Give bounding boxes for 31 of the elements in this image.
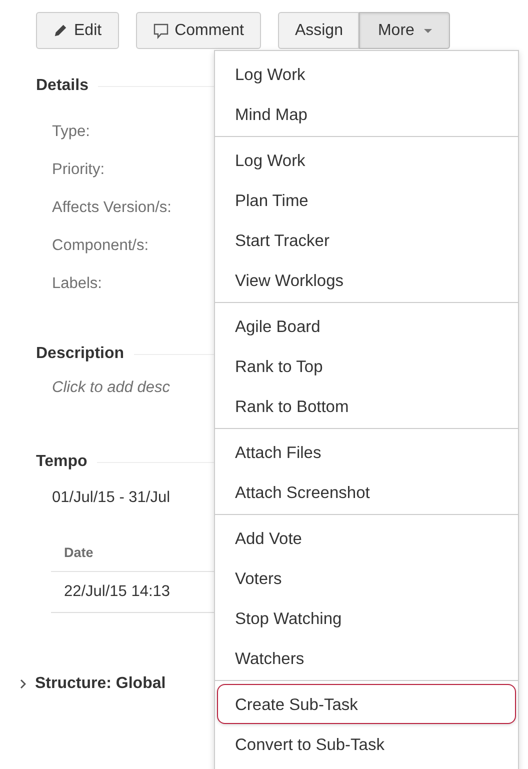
menu-item[interactable]: Mind Map [217, 94, 516, 134]
assign-button[interactable]: Assign [278, 12, 359, 49]
field-label: Priority: [52, 160, 105, 180]
edit-button[interactable]: Edit [36, 12, 119, 49]
menu-item[interactable]: Convert to Sub-Task [217, 724, 516, 764]
field-label: Labels: [52, 274, 102, 294]
field-label: Component/s: [52, 236, 148, 256]
menu-item[interactable]: Log Work [217, 140, 516, 180]
section-heading: Tempo [36, 453, 88, 471]
menu-item[interactable]: Rank to Bottom [217, 386, 516, 426]
menu-item[interactable]: Log Work [217, 54, 516, 94]
menu-item[interactable]: View Worklogs [217, 260, 516, 300]
menu-item[interactable]: Attach Screenshot [217, 472, 516, 512]
menu-item[interactable]: Watchers [217, 638, 516, 678]
menu-item[interactable]: Plan Time [217, 180, 516, 220]
field-label: Affects Version/s: [52, 198, 172, 218]
more-button[interactable]: More [358, 12, 450, 49]
menu-item[interactable]: Create Sub-Task [217, 684, 516, 724]
pencil-icon [53, 23, 68, 38]
speech-bubble-icon [152, 22, 169, 38]
caret-icon [424, 28, 432, 32]
menu-item[interactable]: Agile Board [217, 306, 516, 346]
section-heading[interactable]: Structure: Global [35, 675, 166, 693]
section-heading: Details [36, 77, 88, 95]
menu-item[interactable]: Rank to Top [217, 346, 516, 386]
comment-button[interactable]: Comment [136, 12, 261, 49]
menu-item[interactable]: Attach Files [217, 432, 516, 472]
chevron-icon[interactable] [20, 679, 26, 689]
menu-item[interactable]: Start Tracker [217, 220, 516, 260]
field-label: Type: [52, 122, 90, 142]
section-heading: Description [36, 345, 124, 363]
